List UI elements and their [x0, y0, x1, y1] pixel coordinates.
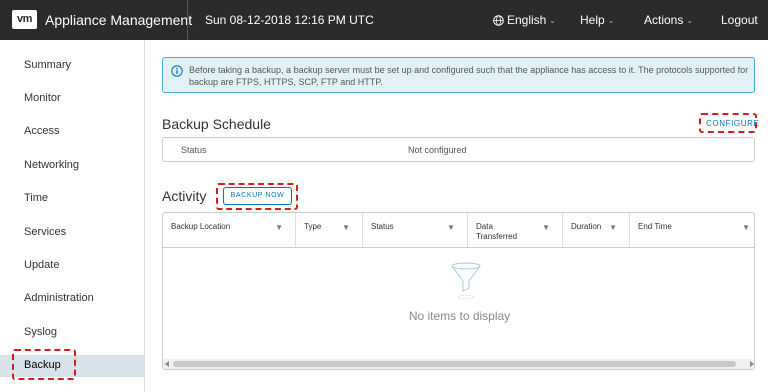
- empty-funnel-icon: [451, 262, 481, 300]
- chevron-down-icon: ⌄: [549, 16, 557, 25]
- scroll-left-icon[interactable]: [165, 361, 169, 367]
- sidebar-item-administration[interactable]: Administration: [0, 288, 144, 310]
- filter-icon[interactable]: ▼: [342, 223, 350, 232]
- actions-menu[interactable]: Actions ⌄: [644, 13, 693, 27]
- help-menu[interactable]: Help ⌄: [580, 13, 614, 27]
- sidebar-item-access[interactable]: Access: [0, 121, 144, 143]
- sidebar-item-label: Services: [24, 226, 67, 238]
- backup-schedule-title: Backup Schedule: [162, 116, 271, 132]
- sidebar-item-time[interactable]: Time: [0, 188, 144, 210]
- sidebar-item-services[interactable]: Services: [0, 222, 144, 244]
- column-label: Data Transferred: [476, 222, 518, 241]
- sidebar-item-syslog[interactable]: Syslog: [0, 322, 144, 344]
- help-label: Help: [580, 13, 605, 27]
- schedule-status-box: Status Not configured: [162, 137, 755, 162]
- info-icon: [171, 65, 183, 77]
- schedule-status-label: Status: [181, 145, 207, 155]
- sidebar-item-label: Summary: [24, 59, 72, 71]
- filter-icon[interactable]: ▼: [542, 223, 550, 232]
- filter-icon[interactable]: ▼: [275, 223, 283, 232]
- sidebar-item-label: Time: [24, 192, 49, 204]
- activity-datagrid: Backup Location ▼ Type ▼ Status ▼ Data T…: [162, 212, 755, 370]
- main-content: Before taking a backup, a backup server …: [146, 40, 768, 392]
- column-header-status[interactable]: Status ▼: [363, 213, 468, 247]
- language-label: English: [507, 13, 547, 27]
- sidebar-item-label: Syslog: [24, 326, 58, 338]
- column-label: End Time: [638, 222, 672, 231]
- column-header-type[interactable]: Type ▼: [296, 213, 363, 247]
- empty-state-text: No items to display: [408, 309, 511, 323]
- sidebar-item-networking[interactable]: Networking: [0, 155, 144, 177]
- backup-now-button[interactable]: BACKUP NOW: [223, 187, 292, 205]
- header-divider: [187, 0, 188, 40]
- filter-icon[interactable]: ▼: [609, 223, 617, 232]
- horizontal-scrollbar[interactable]: [163, 359, 754, 369]
- chevron-down-icon: ⌄: [686, 16, 694, 25]
- top-header: vm Appliance Management Sun 08-12-2018 1…: [0, 0, 768, 40]
- column-header-duration[interactable]: Duration ▼: [563, 213, 630, 247]
- sidebar-item-label: Administration: [24, 292, 94, 304]
- sidebar-item-label: Networking: [24, 159, 80, 171]
- column-label: Type: [304, 222, 322, 231]
- sidebar-nav: Summary Monitor Access Networking Time S…: [0, 40, 145, 392]
- sidebar-item-summary[interactable]: Summary: [0, 55, 144, 77]
- column-label: Status: [371, 222, 394, 231]
- vmware-logo: vm: [12, 10, 37, 29]
- scroll-right-icon[interactable]: [750, 361, 754, 367]
- logout-link[interactable]: Logout: [721, 13, 758, 27]
- actions-label: Actions: [644, 13, 684, 27]
- sidebar-item-label: Monitor: [24, 92, 61, 104]
- schedule-status-value: Not configured: [408, 145, 467, 155]
- column-header-backup-location[interactable]: Backup Location ▼: [163, 213, 296, 247]
- datagrid-header: Backup Location ▼ Type ▼ Status ▼ Data T…: [163, 213, 754, 248]
- app-title: Appliance Management: [45, 12, 193, 28]
- scrollbar-thumb[interactable]: [173, 361, 736, 367]
- sidebar-item-monitor[interactable]: Monitor: [0, 88, 144, 110]
- globe-icon: [493, 15, 504, 26]
- column-header-end-time[interactable]: End Time ▼: [630, 213, 754, 247]
- filter-icon[interactable]: ▼: [447, 223, 455, 232]
- header-datetime: Sun 08-12-2018 12:16 PM UTC: [205, 13, 374, 27]
- configure-button[interactable]: CONFIGURE: [706, 119, 759, 128]
- activity-title: Activity: [162, 188, 207, 204]
- sidebar-item-backup[interactable]: Backup: [0, 355, 144, 377]
- column-label: Duration: [571, 222, 602, 231]
- sidebar-item-update[interactable]: Update: [0, 255, 144, 277]
- sidebar-item-label: Update: [24, 259, 60, 271]
- alert-message: Before taking a backup, a backup server …: [189, 65, 749, 87]
- column-label: Backup Location: [171, 222, 231, 231]
- chevron-down-icon: ⌄: [607, 16, 615, 25]
- language-menu[interactable]: English ⌄: [493, 13, 556, 27]
- column-header-data-transferred[interactable]: Data Transferred ▼: [468, 213, 563, 247]
- sidebar-item-label: Access: [24, 125, 60, 137]
- sidebar-item-label: Backup: [24, 359, 61, 371]
- info-alert: Before taking a backup, a backup server …: [162, 57, 755, 93]
- filter-icon[interactable]: ▼: [742, 223, 750, 232]
